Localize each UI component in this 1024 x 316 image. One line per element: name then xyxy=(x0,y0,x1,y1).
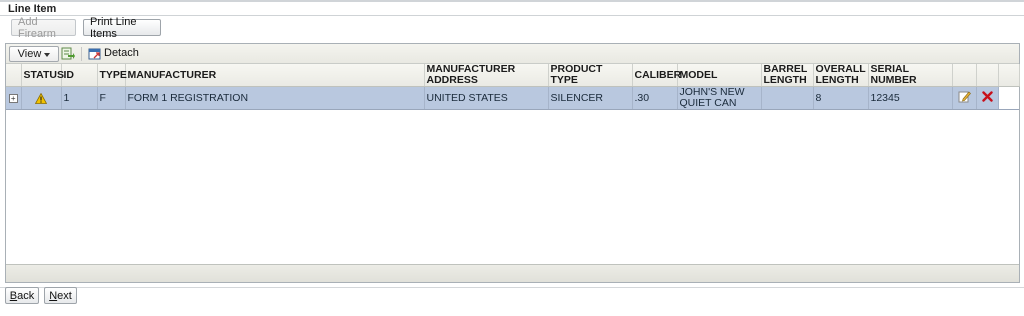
edit-icon[interactable] xyxy=(958,90,971,103)
column-header-delete xyxy=(976,64,999,87)
detach-icon[interactable] xyxy=(88,47,102,60)
column-header-manufacturer-address[interactable]: MANUFACTURER ADDRESS xyxy=(424,64,549,87)
warning-icon xyxy=(35,92,47,104)
next-button[interactable]: Next xyxy=(44,287,77,304)
column-header-caliber[interactable]: CALIBER xyxy=(632,64,681,87)
caliber-cell: .30 xyxy=(632,86,678,110)
product-type-cell: SILENCER xyxy=(548,86,633,110)
back-button-mnemonic: B xyxy=(9,289,18,302)
id-cell: 1 xyxy=(61,86,98,110)
column-header-id[interactable]: ID xyxy=(61,64,98,87)
column-header-scroll xyxy=(998,64,1020,87)
edit-cell[interactable] xyxy=(952,86,977,110)
column-header-status[interactable]: STATUS xyxy=(21,64,64,87)
column-header-overall-length[interactable]: OVERALL LENGTH xyxy=(813,64,869,87)
next-button-label: ext xyxy=(57,289,72,302)
delete-cell[interactable] xyxy=(976,86,999,110)
column-header-product-type[interactable]: PRODUCT TYPE xyxy=(548,64,633,87)
model-cell: JOHN'S NEW QUIET CAN xyxy=(677,86,762,110)
top-border xyxy=(0,0,1024,2)
next-button-mnemonic: N xyxy=(49,289,58,302)
table-row[interactable]: + 1 F FORM 1 REGISTRATION UNITED STATES … xyxy=(6,86,1019,110)
row-expander-cell[interactable]: + xyxy=(6,86,22,110)
status-cell xyxy=(21,86,62,110)
export-icon[interactable] xyxy=(61,47,75,60)
overall-length-cell: 8 xyxy=(813,86,869,110)
scroll-gutter-cell xyxy=(998,86,1019,110)
line-items-table: STATUS ID TYPE MANUFACTURER MANUFACTURER… xyxy=(6,64,1020,110)
table-toolbar: View Detach xyxy=(6,44,1019,64)
table-footer-bar xyxy=(6,264,1019,282)
column-header-model[interactable]: MODEL xyxy=(677,64,762,87)
column-header-edit xyxy=(952,64,977,87)
expand-plus-icon[interactable]: + xyxy=(8,93,18,103)
barrel-length-cell xyxy=(761,86,814,110)
column-header-manufacturer[interactable]: MANUFACTURER xyxy=(125,64,425,87)
column-header-serial-number[interactable]: SERIAL NUMBER xyxy=(868,64,953,87)
table-header-row: STATUS ID TYPE MANUFACTURER MANUFACTURER… xyxy=(6,64,1020,87)
print-line-items-button[interactable]: Print Line Items xyxy=(83,16,161,40)
chevron-down-icon xyxy=(44,53,51,57)
delete-icon[interactable] xyxy=(981,91,993,102)
view-menu-label: View xyxy=(17,48,42,60)
section-title: Line Item xyxy=(8,3,57,15)
back-button-label: ack xyxy=(17,289,35,302)
manufacturer-address-cell: UNITED STATES xyxy=(424,86,549,110)
serial-number-cell: 12345 xyxy=(868,86,953,110)
column-header-barrel-length[interactable]: BARREL LENGTH xyxy=(761,64,814,87)
toolbar-separator xyxy=(81,47,82,61)
manufacturer-cell: FORM 1 REGISTRATION xyxy=(125,86,425,110)
type-cell: F xyxy=(97,86,126,110)
bottom-divider xyxy=(0,287,1024,288)
view-menu-button[interactable]: View xyxy=(9,46,59,62)
back-button[interactable]: Back xyxy=(5,287,39,304)
column-header-type[interactable]: TYPE xyxy=(97,64,127,87)
add-firearm-button[interactable]: Add Firearm xyxy=(11,16,76,40)
line-items-panel: View Detach STATUS ID TYPE MANUFACTURER … xyxy=(5,43,1020,283)
detach-label[interactable]: Detach xyxy=(104,47,139,59)
column-header-expand xyxy=(6,64,22,87)
